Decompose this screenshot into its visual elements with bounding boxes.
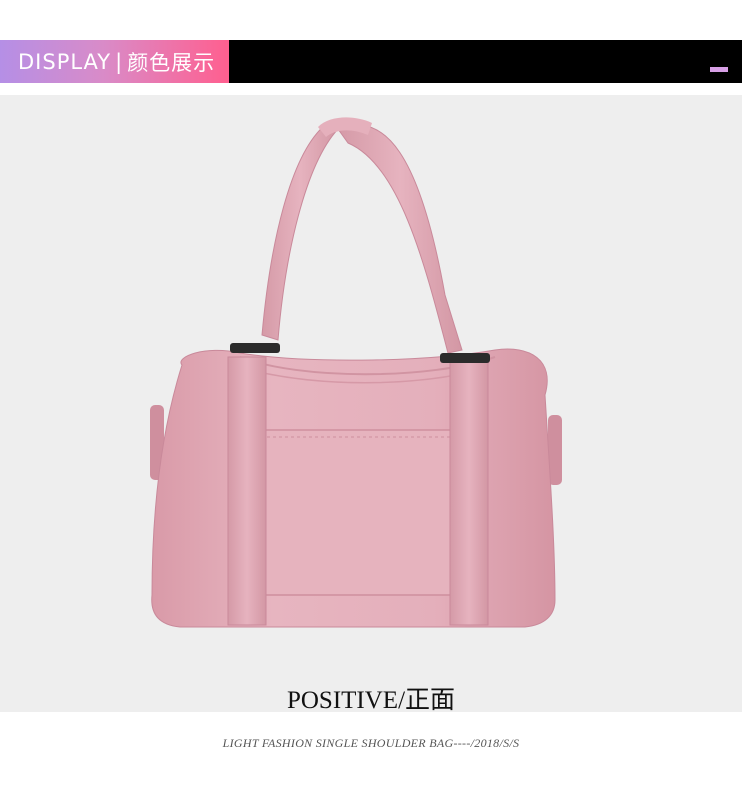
product-subtitle: LIGHT FASHION SINGLE SHOULDER BAG----/20…	[222, 736, 520, 750]
section-title-en: DISPLAY	[18, 49, 112, 74]
right-strap	[449, 356, 489, 626]
left-strap	[227, 356, 267, 626]
product-photo	[0, 95, 742, 712]
left-handle	[261, 124, 339, 341]
right-handle	[337, 124, 463, 354]
section-title-separator: |	[115, 49, 124, 74]
header-dash-icon	[710, 67, 728, 72]
front-pocket	[254, 429, 461, 596]
right-buckle	[440, 353, 490, 363]
left-buckle	[230, 343, 280, 353]
section-title: DISPLAY | 颜色展示	[0, 40, 229, 83]
bag-illustration	[150, 117, 562, 628]
header-bar: DISPLAY | 颜色展示	[0, 40, 742, 83]
section-title-cn: 颜色展示	[127, 50, 216, 75]
view-caption: POSITIVE/正面	[286, 687, 456, 714]
